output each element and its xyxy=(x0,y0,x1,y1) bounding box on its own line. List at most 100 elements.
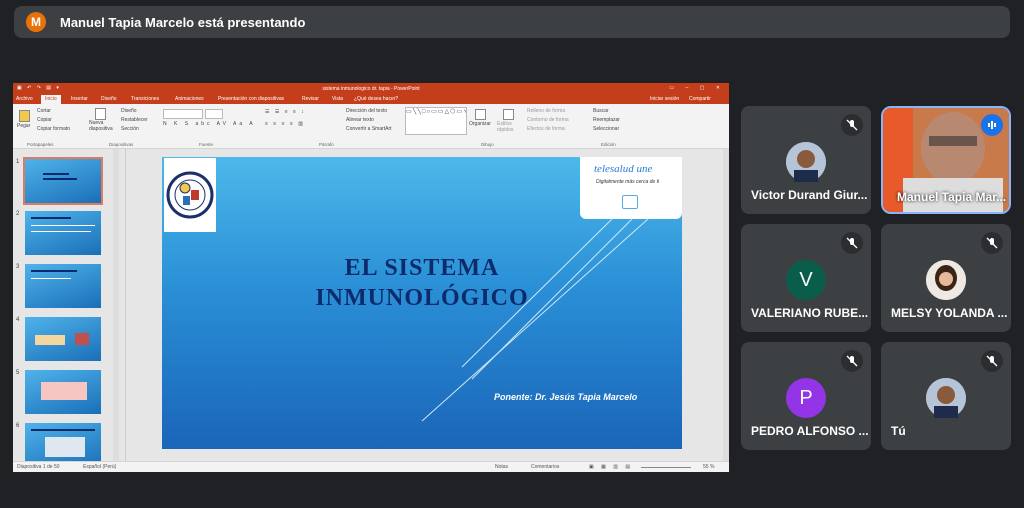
language-status[interactable]: Español (Perú) xyxy=(83,464,116,470)
participant-photo xyxy=(926,378,966,418)
replace-button[interactable]: Reemplazar xyxy=(593,117,620,123)
copy-button[interactable]: Copiar xyxy=(37,117,52,123)
participant-photo xyxy=(926,260,966,300)
participant-tile-self[interactable]: Tú xyxy=(881,342,1011,450)
new-slide-button[interactable]: Nueva diapositiva xyxy=(89,120,115,132)
notes-button[interactable]: Notas xyxy=(495,464,508,470)
current-slide[interactable]: EL SISTEMA INMUNOLÓGICO telesalud une Di… xyxy=(162,157,682,449)
format-painter-button[interactable]: Copiar formato xyxy=(37,126,70,132)
ppt-workspace: 1 2 3 4 5 6 EL SISTEMA INMUNOLÓGICO tele… xyxy=(13,149,729,467)
zoom-level[interactable]: 55 % xyxy=(703,464,714,470)
font-name-box[interactable] xyxy=(163,109,203,119)
cut-button[interactable]: Cortar xyxy=(37,108,51,114)
layout-button[interactable]: Diseño xyxy=(121,108,137,114)
slide-thumbnail[interactable]: 1 xyxy=(16,157,103,205)
menu-presentacion[interactable]: Presentación con diapositivas xyxy=(218,96,284,102)
paragraph-buttons[interactable]: ☰ ☰ ≡ ≡ ↕ xyxy=(265,109,306,115)
tell-me-search[interactable]: ¿Qué desea hacer? xyxy=(354,96,398,102)
sign-in-link[interactable]: Iniciar sesión xyxy=(650,96,679,102)
mic-off-icon xyxy=(841,114,863,136)
menu-diseno[interactable]: Diseño xyxy=(101,96,117,102)
menu-archivo[interactable]: Archivo xyxy=(16,96,33,102)
paste-icon[interactable] xyxy=(19,110,30,122)
slide-number: 6 xyxy=(16,423,20,429)
align-buttons[interactable]: ≡ ≡ ≡ ≡ ▥ xyxy=(265,121,305,127)
editor-scrollbar[interactable] xyxy=(723,149,729,462)
telesalud-card: telesalud une Digitalmente más cerca de … xyxy=(580,157,682,219)
view-buttons[interactable]: ▣ ▦ ▥ ▤ xyxy=(589,464,633,470)
window-controls[interactable]: ▭ – ▢ ✕ xyxy=(669,85,725,91)
select-button[interactable]: Seleccionar xyxy=(593,126,619,132)
comments-button[interactable]: Comentarios xyxy=(531,464,559,470)
participant-tile[interactable]: P PEDRO ALFONSO ... xyxy=(741,342,871,450)
ppt-titlebar: ▣ ↶ ↷ ▤ ▾ sistema inmunologico dr. tapia… xyxy=(13,83,729,95)
arrange-icon[interactable] xyxy=(475,109,486,120)
participant-tile[interactable]: Victor Durand Giur... xyxy=(741,106,871,214)
mic-off-icon xyxy=(841,350,863,372)
share-button[interactable]: Compartir xyxy=(689,96,711,102)
slide-editor: EL SISTEMA INMUNOLÓGICO telesalud une Di… xyxy=(126,149,729,462)
slide-thumbnail[interactable]: 3 xyxy=(16,264,101,308)
ppt-statusbar: Diapositiva 1 de 50 Español (Perú) Notas… xyxy=(13,461,729,472)
slide-number: 3 xyxy=(16,264,20,270)
quick-styles-icon[interactable] xyxy=(503,109,514,120)
shared-screen: ▣ ↶ ↷ ▤ ▾ sistema inmunologico dr. tapia… xyxy=(13,83,729,472)
group-font: Fuente xyxy=(199,142,214,147)
reset-button[interactable]: Restablecer xyxy=(121,117,148,123)
menu-transiciones[interactable]: Transiciones xyxy=(131,96,159,102)
mic-off-icon xyxy=(841,232,863,254)
paste-button[interactable]: Pegar xyxy=(17,123,30,129)
font-format-buttons[interactable]: N K S abc AV Aa A xyxy=(163,121,256,127)
participant-name: MELSY YOLANDA ... xyxy=(891,306,1008,320)
menu-revisar[interactable]: Revisar xyxy=(302,96,319,102)
speaking-indicator-icon xyxy=(981,114,1003,136)
slide-thumbnail[interactable]: 4 xyxy=(16,317,101,361)
menu-vista[interactable]: Vista xyxy=(332,96,343,102)
participant-tile[interactable]: MELSY YOLANDA ... xyxy=(881,224,1011,332)
smartart-button[interactable]: Convertir a SmartArt xyxy=(346,126,392,132)
menu-animaciones[interactable]: Animaciones xyxy=(175,96,204,102)
thumbnail-scrollbar[interactable] xyxy=(113,149,119,462)
presenting-banner: M Manuel Tapia Marcelo está presentando xyxy=(14,6,1010,38)
quick-styles-button[interactable]: Estilos rápidos xyxy=(497,121,517,133)
participant-name: VALERIANO RUBE... xyxy=(751,306,869,320)
slide-thumbnail[interactable]: 5 xyxy=(16,370,101,414)
find-button[interactable]: Buscar xyxy=(593,108,609,114)
shape-outline-button[interactable]: Contorno de forma xyxy=(527,117,569,123)
shape-fill-button[interactable]: Relleno de forma xyxy=(527,108,565,114)
telesalud-tagline: Digitalmente más cerca de ti xyxy=(596,179,660,185)
align-text-button[interactable]: Alinear texto xyxy=(346,117,374,123)
menu-inicio[interactable]: Inicio xyxy=(41,95,61,104)
presenter-avatar: M xyxy=(26,12,46,32)
menu-insertar[interactable]: Insertar xyxy=(71,96,88,102)
participant-tile[interactable]: V VALERIANO RUBE... xyxy=(741,224,871,332)
text-direction-button[interactable]: Dirección del texto xyxy=(346,108,387,114)
slide-thumbnail[interactable]: 2 xyxy=(16,211,101,255)
arrange-button[interactable]: Organizar xyxy=(469,121,491,127)
group-clipboard: Portapapeles xyxy=(27,142,54,147)
slide-speaker: Ponente: Dr. Jesús Tapia Marcelo xyxy=(494,392,638,402)
mic-off-icon xyxy=(981,350,1003,372)
slide-count: Diapositiva 1 de 50 xyxy=(17,464,60,470)
slide-thumbnails: 1 2 3 4 5 6 xyxy=(13,149,126,467)
shapes-gallery[interactable]: ▭╲╲□○▭▭△⬡▭↘⇨⇩☆{} xyxy=(405,107,467,135)
shape-effects-button[interactable]: Efectos de forma xyxy=(527,126,565,132)
zoom-slider[interactable] xyxy=(641,467,691,468)
participant-initial-avatar: V xyxy=(786,260,826,300)
slide-number: 1 xyxy=(16,159,20,165)
participant-photo xyxy=(786,142,826,182)
ppt-window-title: sistema inmunologico dr. tapia - PowerPo… xyxy=(322,86,420,92)
ppt-ribbon: Pegar Cortar Copiar Copiar formato Nueva… xyxy=(13,104,729,149)
participant-name: Manuel Tapia Mar... xyxy=(897,190,1007,204)
slide-number: 5 xyxy=(16,370,20,376)
font-size-box[interactable] xyxy=(205,109,223,119)
presenting-label: Manuel Tapia Marcelo está presentando xyxy=(60,14,306,30)
participant-tile-active-speaker[interactable]: Manuel Tapia Mar... xyxy=(881,106,1011,214)
section-button[interactable]: Sección xyxy=(121,126,139,132)
slide-number: 4 xyxy=(16,317,20,323)
group-drawing: Dibujo xyxy=(481,142,494,147)
group-slides: Diapositivas xyxy=(109,142,134,147)
monitor-icon xyxy=(622,195,638,209)
new-slide-icon[interactable] xyxy=(95,108,106,120)
participant-name: PEDRO ALFONSO ... xyxy=(751,424,869,438)
